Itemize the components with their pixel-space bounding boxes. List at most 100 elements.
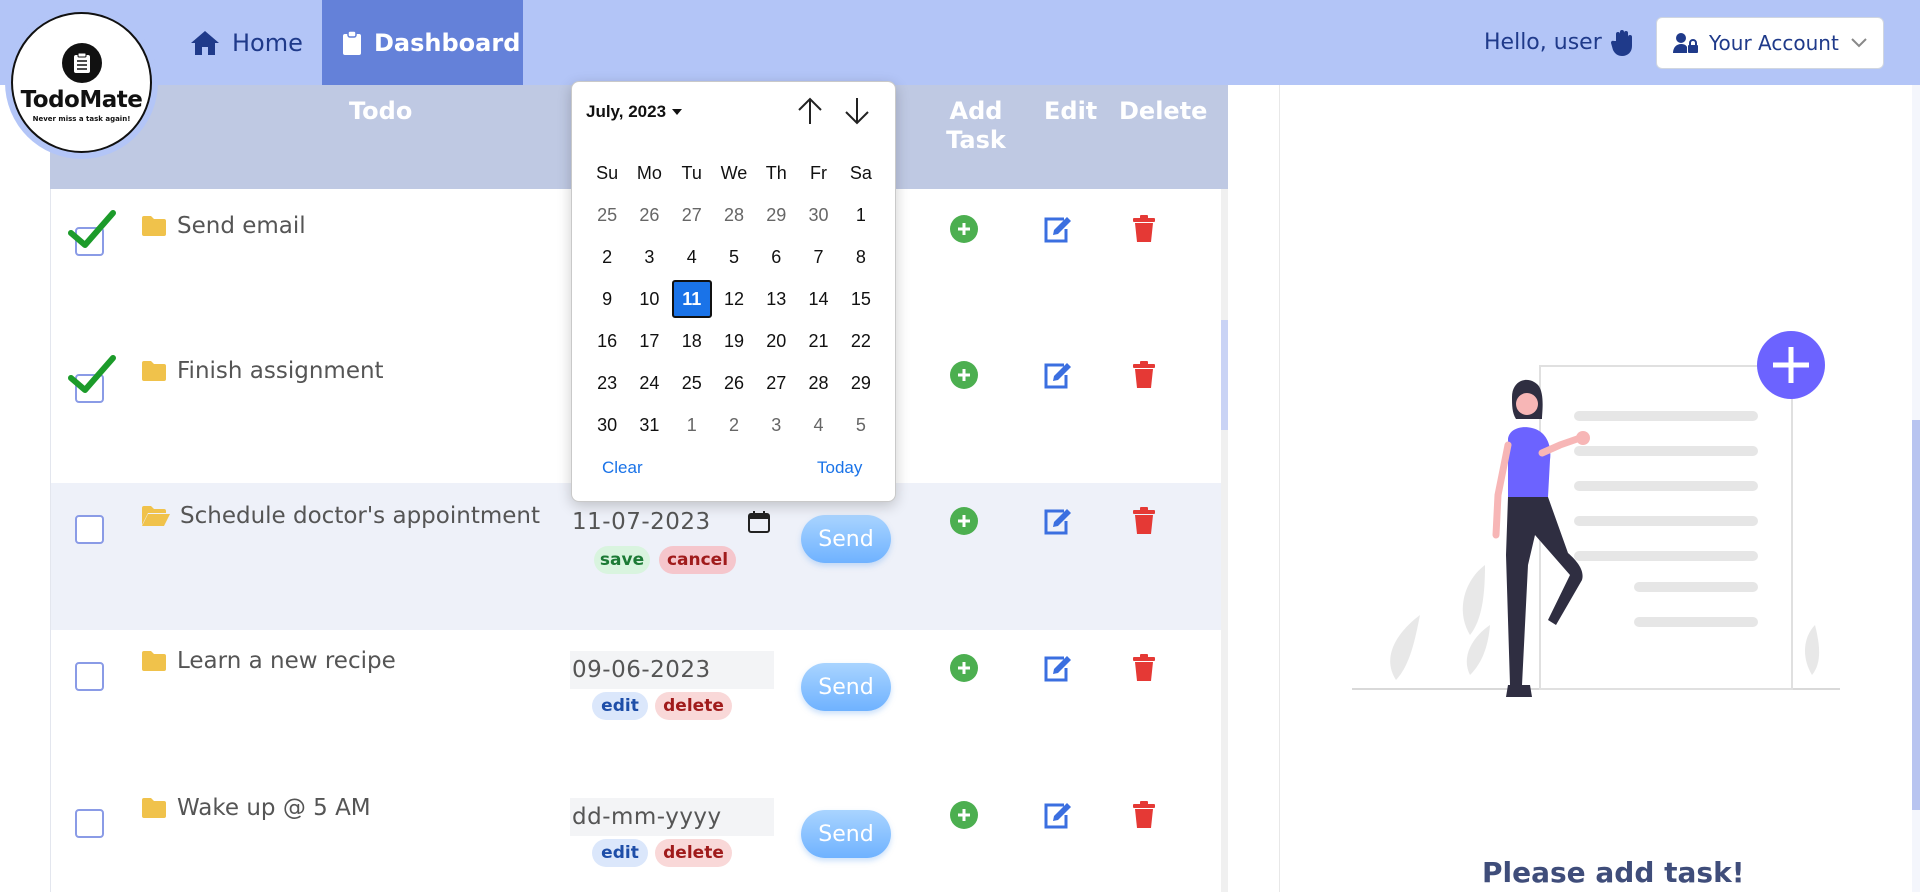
calendar-day[interactable]: 18: [671, 320, 713, 362]
nav-home[interactable]: Home: [190, 0, 303, 85]
calendar-day[interactable]: 25: [586, 194, 628, 236]
calendar-day[interactable]: 2: [586, 236, 628, 278]
table-scrollbar[interactable]: [1221, 189, 1228, 892]
calendar-day[interactable]: 19: [713, 320, 755, 362]
send-button[interactable]: Send: [801, 810, 891, 858]
calendar-day[interactable]: 22: [840, 320, 882, 362]
logo[interactable]: TodoMate Never miss a task again!: [5, 6, 158, 159]
calendar-day[interactable]: 26: [628, 194, 670, 236]
calendar-day[interactable]: 17: [628, 320, 670, 362]
edit-date-button[interactable]: edit: [592, 839, 648, 867]
calendar-day[interactable]: 4: [671, 236, 713, 278]
task-text[interactable]: Finish assignment: [177, 358, 384, 384]
calendar-day[interactable]: 28: [713, 194, 755, 236]
calendar-day[interactable]: 6: [755, 236, 797, 278]
datepicker-popup: July, 2023 Su Mo Tu We Th Fr Sa 25 26 27…: [571, 81, 896, 502]
header-todo: Todo: [349, 97, 413, 125]
edit-icon[interactable]: [1042, 215, 1072, 243]
calendar-day[interactable]: 13: [755, 278, 797, 320]
calendar-day[interactable]: 12: [713, 278, 755, 320]
folder-open-icon: [142, 506, 170, 526]
calendar-day[interactable]: 27: [755, 362, 797, 404]
date-input[interactable]: dd-mm-yyyy: [570, 798, 774, 836]
task-text[interactable]: Send email: [177, 213, 306, 239]
trash-icon[interactable]: [1133, 507, 1155, 535]
calendar-day[interactable]: 25: [671, 362, 713, 404]
account-dropdown[interactable]: Your Account: [1656, 17, 1884, 69]
add-task-icon[interactable]: [950, 654, 978, 682]
calendar-day[interactable]: 26: [713, 362, 755, 404]
edit-date-button[interactable]: edit: [592, 692, 648, 720]
trash-icon[interactable]: [1133, 215, 1155, 243]
header-add-task: Add Task: [946, 97, 1006, 154]
page-scrollbar-thumb[interactable]: [1912, 420, 1920, 810]
calendar-day[interactable]: 5: [840, 404, 882, 446]
trash-icon[interactable]: [1133, 654, 1155, 682]
calendar-day[interactable]: 1: [840, 194, 882, 236]
calendar-day[interactable]: 9: [586, 278, 628, 320]
calendar-day[interactable]: 1: [671, 404, 713, 446]
delete-date-button[interactable]: delete: [655, 839, 732, 867]
today-button[interactable]: Today: [817, 458, 862, 478]
calendar-day[interactable]: 24: [628, 362, 670, 404]
add-task-icon[interactable]: [950, 801, 978, 829]
table-scrollbar-thumb[interactable]: [1221, 320, 1228, 430]
add-task-icon[interactable]: [950, 507, 978, 535]
edit-icon[interactable]: [1042, 507, 1072, 535]
calendar-day[interactable]: 16: [586, 320, 628, 362]
calendar-week: 16 17 18 19 20 21 22: [586, 320, 882, 362]
calendar-day[interactable]: 7: [797, 236, 839, 278]
calendar-day[interactable]: 28: [797, 362, 839, 404]
save-button[interactable]: save: [594, 546, 650, 574]
calendar-day[interactable]: 14: [797, 278, 839, 320]
calendar-icon[interactable]: [748, 511, 770, 533]
calendar-day[interactable]: 30: [586, 404, 628, 446]
arrow-down-icon[interactable]: [844, 96, 870, 126]
calendar-day[interactable]: 20: [755, 320, 797, 362]
task-text[interactable]: Wake up @ 5 AM: [177, 795, 371, 821]
calendar-day[interactable]: 2: [713, 404, 755, 446]
month-selector[interactable]: July, 2023: [586, 102, 683, 122]
calendar-day[interactable]: 21: [797, 320, 839, 362]
send-button[interactable]: Send: [801, 515, 891, 563]
calendar-day[interactable]: 5: [713, 236, 755, 278]
task-checkbox[interactable]: [75, 662, 104, 691]
weekday-label: Fr: [810, 162, 828, 183]
date-input[interactable]: 11-07-2023: [570, 503, 774, 541]
task-text[interactable]: Learn a new recipe: [177, 648, 396, 674]
add-task-icon[interactable]: [950, 215, 978, 243]
calendar-day[interactable]: 8: [840, 236, 882, 278]
calendar-day[interactable]: 30: [797, 194, 839, 236]
calendar-day[interactable]: 15: [840, 278, 882, 320]
arrow-up-icon[interactable]: [797, 96, 823, 126]
delete-date-button[interactable]: delete: [655, 692, 732, 720]
header-delete: Delete: [1119, 97, 1208, 125]
task-text[interactable]: Schedule doctor's appointment: [180, 503, 540, 529]
weekday-label: We: [720, 162, 748, 183]
calendar-day[interactable]: 4: [797, 404, 839, 446]
calendar-day[interactable]: 10: [628, 278, 670, 320]
empty-state-label: Please add task!: [1482, 856, 1745, 889]
task-checkbox[interactable]: [75, 809, 104, 838]
calendar-day[interactable]: 31: [628, 404, 670, 446]
edit-icon[interactable]: [1042, 654, 1072, 682]
logo-tagline: Never miss a task again!: [32, 114, 131, 123]
calendar-day[interactable]: 23: [586, 362, 628, 404]
add-task-icon[interactable]: [950, 361, 978, 389]
date-input[interactable]: 09-06-2023: [570, 651, 774, 689]
edit-icon[interactable]: [1042, 361, 1072, 389]
calendar-day[interactable]: 29: [755, 194, 797, 236]
send-button[interactable]: Send: [801, 663, 891, 711]
cancel-button[interactable]: cancel: [659, 546, 736, 574]
edit-icon[interactable]: [1042, 801, 1072, 829]
calendar-day[interactable]: 29: [840, 362, 882, 404]
calendar-day[interactable]: 3: [755, 404, 797, 446]
task-checkbox[interactable]: [75, 515, 104, 544]
calendar-day-selected[interactable]: 11: [671, 278, 713, 320]
calendar-day[interactable]: 27: [671, 194, 713, 236]
trash-icon[interactable]: [1133, 361, 1155, 389]
nav-dashboard[interactable]: Dashboard: [322, 0, 523, 85]
trash-icon[interactable]: [1133, 801, 1155, 829]
calendar-day[interactable]: 3: [628, 236, 670, 278]
clear-button[interactable]: Clear: [602, 458, 643, 478]
